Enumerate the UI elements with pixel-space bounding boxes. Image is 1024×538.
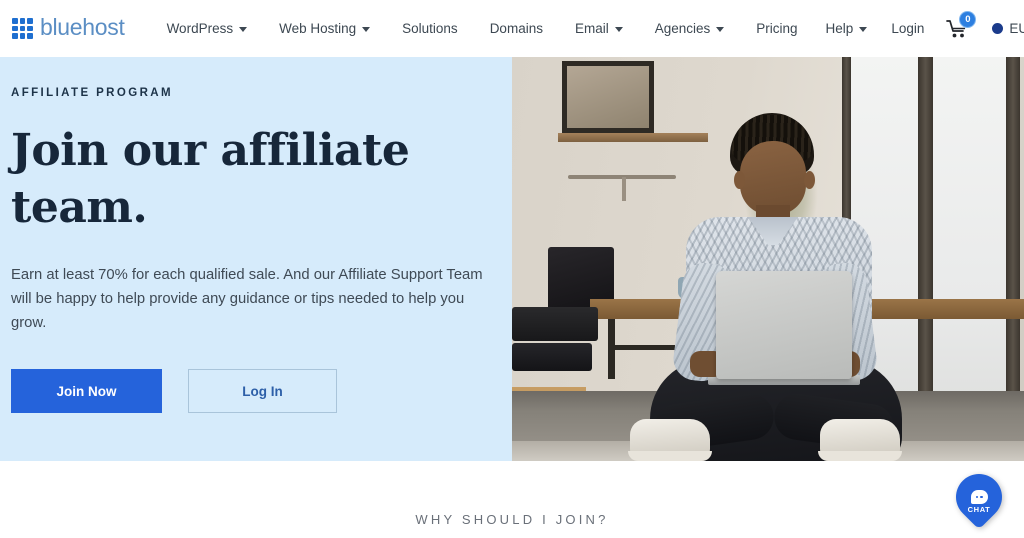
hero-cta-row: Join Now Log In (11, 369, 498, 414)
photo-box-stack (512, 307, 598, 341)
photo-person-ear (734, 171, 745, 189)
chevron-down-icon (239, 27, 248, 32)
chat-bubble-icon (970, 490, 988, 504)
why-join-section: WHY SHOULD I JOIN? (0, 461, 1024, 538)
hero-image (512, 57, 1024, 461)
header-utility-nav: Help Login 0 EUR (814, 10, 1024, 43)
cart-count-badge: 0 (959, 10, 977, 28)
chevron-down-icon (614, 27, 623, 32)
nav-item-pricing[interactable]: Pricing (740, 15, 813, 42)
hero-subtitle: Earn at least 70% for each qualified sal… (11, 267, 483, 332)
nav-label: Help (825, 21, 854, 36)
currency-selector[interactable]: EUR (982, 15, 1024, 42)
nav-item-solutions[interactable]: Solutions (386, 15, 474, 42)
photo-laptop (716, 271, 852, 379)
photo-person-ear (804, 171, 815, 189)
chat-widget-button[interactable]: CHAT (946, 464, 1012, 530)
nav-label: WordPress (166, 21, 234, 36)
hero-photo-man-with-laptop (512, 57, 1024, 461)
bluehost-logo[interactable]: bluehost (12, 16, 125, 41)
why-join-title: WHY SHOULD I JOIN? (415, 512, 609, 527)
join-now-button[interactable]: Join Now (11, 369, 162, 414)
nav-item-agencies[interactable]: Agencies (639, 15, 741, 42)
hero-content: AFFILIATE PROGRAM Join our affiliate tea… (0, 57, 512, 461)
brand-name: bluehost (40, 14, 125, 40)
grid-logo-icon (12, 18, 33, 39)
nav-label: Agencies (654, 21, 711, 36)
photo-person-shoe-sole (818, 451, 902, 461)
cart-button[interactable]: 0 (936, 10, 982, 43)
currency-label: EUR (1009, 21, 1024, 36)
nav-item-domains[interactable]: Domains (474, 15, 559, 42)
chevron-down-icon (362, 27, 371, 32)
photo-person (624, 113, 924, 461)
nav-label: Login (891, 21, 925, 36)
nav-label: Pricing (756, 21, 798, 36)
main-nav: WordPress Web Hosting Solutions Domains … (151, 15, 814, 42)
nav-item-help[interactable]: Help (814, 15, 880, 42)
chevron-down-icon (859, 27, 868, 32)
nav-item-wordpress[interactable]: WordPress (151, 15, 264, 42)
nav-label: Web Hosting (279, 21, 357, 36)
photo-person-face (740, 141, 806, 215)
hero-eyebrow: AFFILIATE PROGRAM (11, 87, 173, 99)
nav-item-login[interactable]: Login (879, 15, 936, 42)
photo-box-stack (512, 343, 592, 371)
hero-section: AFFILIATE PROGRAM Join our affiliate tea… (0, 57, 1024, 461)
page-title: Join our affiliate team. (11, 125, 410, 234)
log-in-button[interactable]: Log In (188, 369, 337, 414)
nav-item-web-hosting[interactable]: Web Hosting (263, 15, 386, 42)
globe-icon (992, 23, 1004, 34)
nav-label: Solutions (402, 21, 458, 36)
nav-item-email[interactable]: Email (559, 15, 639, 42)
site-header: bluehost WordPress Web Hosting Solutions… (0, 0, 1024, 57)
nav-label: Domains (489, 21, 543, 36)
chevron-down-icon (716, 27, 725, 32)
photo-person-shoe-sole (628, 451, 712, 461)
chat-widget-content: CHAT (956, 474, 1002, 526)
nav-label: Email (574, 21, 609, 36)
chat-widget-label: CHAT (967, 505, 991, 514)
